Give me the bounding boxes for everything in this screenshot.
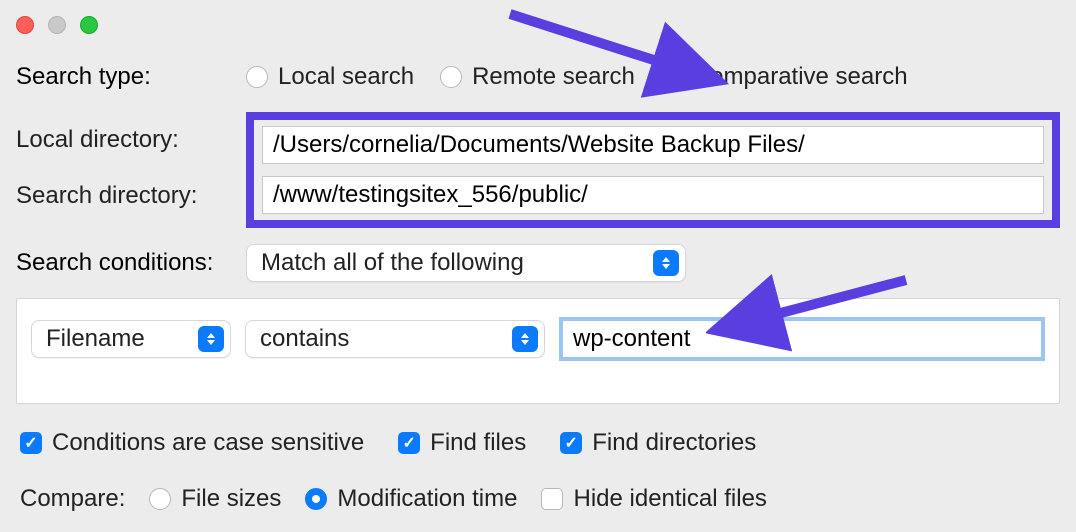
checkbox-label: Hide identical files xyxy=(573,485,766,513)
window-minimize-button[interactable] xyxy=(48,16,66,34)
checkbox-icon xyxy=(398,432,420,454)
checkbox-find-directories[interactable]: Find directories xyxy=(560,429,756,457)
chevron-up-down-icon xyxy=(198,326,224,352)
checkbox-label: Find directories xyxy=(592,429,756,457)
checkbox-label: Find files xyxy=(430,429,526,457)
match-mode-value: Match all of the following xyxy=(261,249,643,277)
radio-icon xyxy=(440,66,462,88)
checkbox-case-sensitive[interactable]: Conditions are case sensitive xyxy=(20,429,364,457)
radio-icon xyxy=(661,66,683,88)
window-close-button[interactable] xyxy=(16,16,34,34)
checkbox-icon xyxy=(20,432,42,454)
condition-op-select[interactable]: contains xyxy=(245,320,545,358)
search-type-label: Search type: xyxy=(16,63,246,91)
condition-op-value: contains xyxy=(260,325,502,353)
checkbox-find-files[interactable]: Find files xyxy=(398,429,526,457)
chevron-up-down-icon xyxy=(653,250,679,276)
window-titlebar xyxy=(0,0,1076,50)
directories-highlight xyxy=(246,112,1060,228)
radio-label: File sizes xyxy=(181,485,281,513)
checkbox-label: Conditions are case sensitive xyxy=(52,429,364,457)
radio-label: Local search xyxy=(278,63,414,91)
window-zoom-button[interactable] xyxy=(80,16,98,34)
radio-label: Remote search xyxy=(472,63,635,91)
condition-field-select[interactable]: Filename xyxy=(31,320,231,358)
radio-icon xyxy=(305,488,327,510)
local-directory-label: Local directory: xyxy=(16,126,246,154)
local-directory-input[interactable] xyxy=(262,126,1044,164)
condition-row: Filename contains xyxy=(16,298,1060,404)
search-directory-input[interactable] xyxy=(262,176,1044,214)
radio-compare-mod-time[interactable]: Modification time xyxy=(305,485,517,513)
radio-local-search[interactable]: Local search xyxy=(246,63,414,91)
radio-compare-file-sizes[interactable]: File sizes xyxy=(149,485,281,513)
radio-label: Comparative search xyxy=(693,63,908,91)
checkbox-icon xyxy=(560,432,582,454)
chevron-up-down-icon xyxy=(512,326,538,352)
checkbox-hide-identical[interactable]: Hide identical files xyxy=(541,485,766,513)
radio-icon xyxy=(149,488,171,510)
match-mode-select[interactable]: Match all of the following xyxy=(246,244,686,282)
radio-label: Modification time xyxy=(337,485,517,513)
radio-icon xyxy=(246,66,268,88)
search-directory-label: Search directory: xyxy=(16,182,246,210)
checkbox-icon xyxy=(541,488,563,510)
search-conditions-label: Search conditions: xyxy=(16,249,246,277)
condition-value-input[interactable] xyxy=(559,317,1045,361)
condition-field-value: Filename xyxy=(46,325,188,353)
radio-remote-search[interactable]: Remote search xyxy=(440,63,635,91)
compare-label: Compare: xyxy=(20,485,125,513)
radio-comparative-search[interactable]: Comparative search xyxy=(661,63,908,91)
